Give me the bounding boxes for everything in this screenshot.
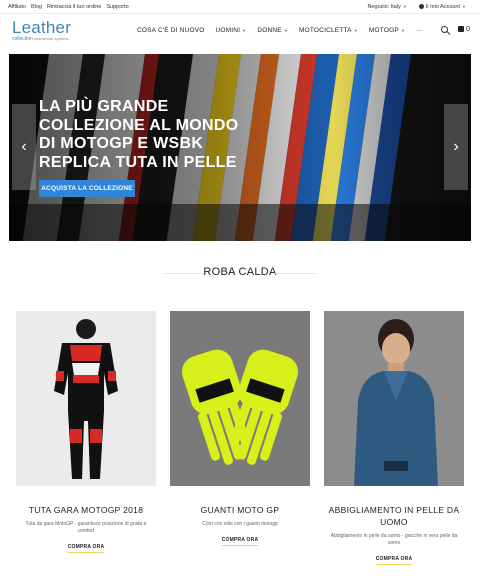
logo-tagline: ispirazione sportiva [34, 36, 69, 41]
nav-item-women-label: DONNE [257, 27, 282, 34]
product-card: GUANTI MOTO GP Corri con stile con i gua… [170, 311, 310, 565]
site-logo[interactable]: Leather collection ispirazione sportiva [12, 18, 71, 42]
buy-now-button[interactable]: COMPRA ORA [67, 544, 105, 553]
product-image-leather-jacket[interactable] [324, 311, 464, 486]
nav-item-men[interactable]: UOMINI ▼ [216, 27, 247, 34]
product-title[interactable]: TUTA GARA MOTOGP 2018 [16, 504, 156, 516]
divider-left [165, 273, 205, 274]
top-utility-bar: Affiliato Blog Rintraccia il tuo ordine … [0, 0, 480, 14]
logo-subtitle: collection ispirazione sportiva [12, 36, 71, 42]
account-label: Il mio Account [425, 4, 461, 10]
product-description: Tuta da gara MotoGP - garantisce posizio… [25, 521, 147, 534]
chevron-down-icon: ▼ [402, 4, 407, 9]
utility-right: Negozio: Italy ▼ Il mio Account ▼ [367, 4, 466, 10]
hero-title: LA PIÙ GRANDE COLLEZIONE AL MONDO DI MOT… [39, 98, 239, 171]
slider-prev-arrow-icon[interactable]: ‹ [12, 104, 36, 190]
main-nav: COSA C'È DI NUOVO UOMINI ▼ DONNE ▼ MOTOCIC… [137, 27, 423, 34]
chevron-down-icon: ▼ [400, 28, 406, 33]
product-card: TUTA GARA MOTOGP 2018 Tuta da gara MotoG… [16, 311, 156, 565]
product-title[interactable]: GUANTI MOTO GP [170, 504, 310, 516]
product-image-gloves[interactable] [170, 311, 310, 486]
header-icons: 0 [441, 26, 470, 33]
main-header: Leather collection ispirazione sportiva … [0, 14, 480, 54]
cart-count: 0 [466, 26, 470, 33]
section-title: ROBA CALDA [203, 266, 276, 278]
hero-banner: LA PIÙ GRANDE COLLEZIONE AL MONDO DI MOT… [9, 54, 471, 241]
buy-now-button[interactable]: COMPRA ORA [221, 537, 259, 546]
product-description: Abbigliamento in pelle da uomo - giacche… [330, 533, 458, 546]
product-image-race-suit[interactable] [16, 311, 156, 486]
logo-wordmark: Leather [12, 18, 72, 37]
user-icon [418, 4, 424, 10]
track-order-link[interactable]: Rintraccia il tuo ordine [47, 4, 101, 10]
nav-item-women[interactable]: DONNE ▼ [257, 27, 288, 34]
product-card: ABBIGLIAMENTO IN PELLE DA UOMO Abbigliam… [324, 311, 464, 565]
bag-icon [458, 26, 465, 33]
product-grid: TUTA GARA MOTOGP 2018 Tuta da gara MotoG… [16, 311, 464, 565]
chevron-down-icon: ▼ [283, 28, 288, 33]
product-description: Corri con stile con i guanti motogp [202, 521, 278, 527]
buy-now-button[interactable]: COMPRA ORA [375, 556, 413, 565]
logo-sub-text: collection [12, 36, 33, 42]
nav-item-motogp[interactable]: MOTOGP ▼ [369, 27, 405, 34]
nav-item-motogp-label: MOTOGP [368, 27, 399, 34]
support-link[interactable]: Supporto [106, 4, 128, 10]
section-title-text: ROBA CALDA [203, 266, 277, 278]
slider-next-arrow-icon[interactable]: › [444, 104, 468, 190]
nav-item-motorcycle-label: MOTOCICLETTA [299, 27, 352, 34]
nav-more-button[interactable]: ··· [416, 27, 423, 34]
nav-item-motorcycle[interactable]: MOTOCICLETTA ▼ [299, 27, 358, 34]
nav-item-new[interactable]: COSA C'È DI NUOVO [137, 27, 205, 34]
product-title[interactable]: ABBIGLIAMENTO IN PELLE DA UOMO [324, 504, 464, 528]
nav-item-men-label: UOMINI [215, 27, 241, 34]
divider-right [275, 273, 315, 274]
chevron-down-icon: ▼ [353, 28, 358, 33]
blog-link[interactable]: Blog [31, 4, 42, 10]
account-menu[interactable]: Il mio Account ▼ [418, 4, 466, 10]
chevron-down-icon: ▼ [242, 28, 247, 33]
utility-links: Affiliato Blog Rintraccia il tuo ordine … [8, 4, 129, 10]
hot-stuff-section-header: ROBA CALDA [0, 262, 480, 280]
affiliate-link[interactable]: Affiliato [8, 4, 26, 10]
store-selector-label: Negozio: Italy [367, 4, 401, 10]
cart-button[interactable]: 0 [458, 26, 470, 33]
store-selector[interactable]: Negozio: Italy ▼ [367, 4, 406, 10]
search-icon[interactable] [441, 26, 449, 33]
chevron-down-icon: ▼ [462, 4, 466, 9]
shop-collection-button[interactable]: ACQUISTA LA COLLEZIONE [39, 180, 135, 197]
